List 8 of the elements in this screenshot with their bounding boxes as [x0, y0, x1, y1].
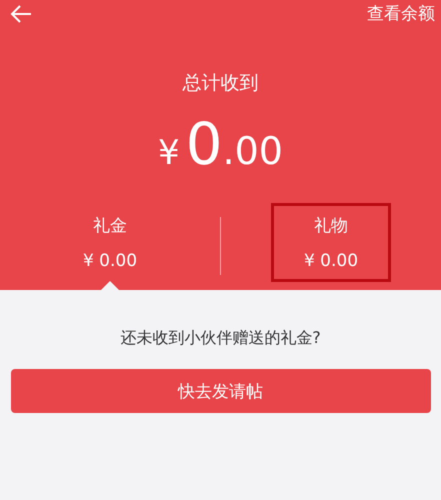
- highlighted-category-tab[interactable]: 礼物 ¥ 0.00: [270, 203, 392, 282]
- send-invitation-button[interactable]: 快去发请帖: [10, 369, 430, 413]
- empty-message: 还未收到小伙伴赠送的礼金?: [120, 328, 321, 349]
- balance-link[interactable]: 查看余额: [367, 2, 435, 25]
- total-label: 总计收到: [182, 71, 258, 96]
- back-arrow-icon[interactable]: [10, 4, 32, 22]
- category-tab[interactable]: 礼金 ¥ 0.00: [50, 203, 170, 282]
- total-amount: ¥0.00: [158, 110, 283, 178]
